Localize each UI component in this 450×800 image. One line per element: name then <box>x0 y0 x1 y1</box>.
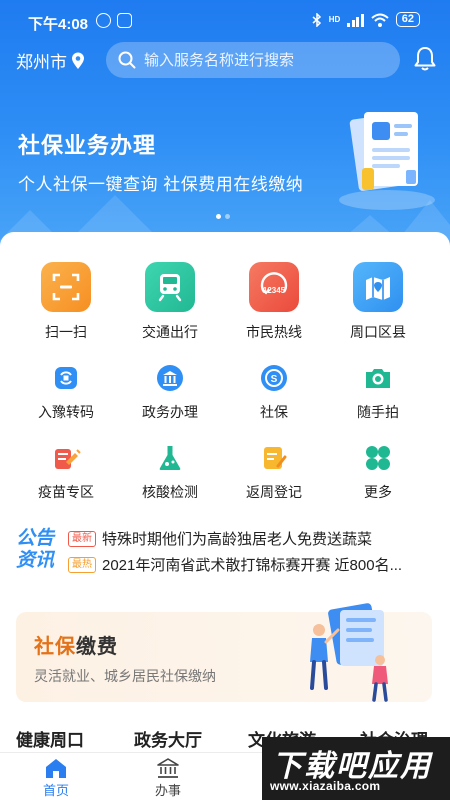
notification-bell-button[interactable] <box>414 46 436 77</box>
notice-text: 2021年河南省武术散打锦标赛开赛 近800名... <box>102 557 403 574</box>
main-services-row: 扫一扫 交通出行 12345 市民热线 周口区县 <box>0 262 450 342</box>
tab-government-hall[interactable]: 政务大厅 <box>134 726 202 751</box>
city-selector[interactable]: 郑州市 <box>16 48 85 73</box>
network-type-label: HD <box>328 15 341 24</box>
service-snapshot[interactable]: 随手拍 <box>326 362 430 422</box>
services-row-2: 入豫转码 政务办理 S 社保 随手拍 <box>0 362 450 422</box>
tab-health[interactable]: 健康周口 <box>16 726 84 751</box>
tab-home[interactable]: 首页 <box>26 757 86 799</box>
service-label: 交通出行 <box>142 324 198 340</box>
scan-icon <box>41 262 91 312</box>
tag-latest: 最新 <box>68 530 96 547</box>
banner-pagination <box>216 214 230 219</box>
svg-text:S: S <box>271 374 278 385</box>
promo-title: 社保缴费 <box>34 630 118 659</box>
wifi-icon <box>371 13 389 27</box>
service-hotline[interactable]: 12345 市民热线 <box>222 262 326 342</box>
tag-hottest: 最热 <box>68 556 96 573</box>
hotline-12345-icon: 12345 <box>249 262 299 312</box>
map-icon <box>353 262 403 312</box>
tab-label: 办事 <box>154 783 181 798</box>
service-label: 返周登记 <box>246 484 302 500</box>
pagination-dot[interactable] <box>216 214 221 219</box>
search-bar[interactable] <box>106 42 400 78</box>
documents-illustration <box>339 112 435 210</box>
train-icon <box>145 262 195 312</box>
svg-text:12345: 12345 <box>263 286 286 295</box>
service-vaccine[interactable]: 疫苗专区 <box>14 442 118 502</box>
watermark-logo: 下载吧应用 www.xiazaiba.com <box>262 737 450 800</box>
search-icon <box>118 51 136 69</box>
notice-section: 公告 资讯 最新 特殊时期他们为高龄独居老人免费送蔬菜 最热 2021年河南省武… <box>14 524 434 580</box>
service-social-security[interactable]: S 社保 <box>222 362 326 422</box>
bank-icon <box>157 758 179 778</box>
service-label: 市民热线 <box>246 324 302 340</box>
promo-title-b: 缴费 <box>76 636 118 658</box>
top-bar: 郑州市 <box>0 40 450 80</box>
vaccine-icon <box>50 442 82 474</box>
notice-logo-line1: 公告 <box>16 528 55 549</box>
service-label: 核酸检测 <box>142 484 198 500</box>
status-bar: 下午4:08 HD 62 <box>0 0 450 40</box>
bell-icon <box>414 47 436 71</box>
banner-title: 社保业务办理 <box>18 133 157 158</box>
bluetooth-icon <box>312 12 321 27</box>
signal-icon <box>347 13 364 27</box>
status-right: HD 62 <box>312 12 420 27</box>
status-notification-icons <box>96 13 132 28</box>
service-label: 入豫转码 <box>38 404 94 420</box>
search-input[interactable] <box>144 51 384 69</box>
register-icon <box>258 442 290 474</box>
social-security-payment-card[interactable]: 社保缴费 灵活就业、城乡居民社保缴纳 <box>16 603 432 702</box>
promo-subtitle: 灵活就业、城乡居民社保缴纳 <box>34 668 216 684</box>
camera-icon <box>362 362 394 394</box>
service-label: 扫一扫 <box>45 324 87 340</box>
service-label: 周口区县 <box>350 324 406 340</box>
services-row-3: 疫苗专区 核酸检测 返周登记 更多 <box>0 442 450 502</box>
pagination-dot[interactable] <box>225 214 230 219</box>
more-icon <box>362 442 394 474</box>
banner-subtitle: 个人社保一键查询 社保费用在线缴纳 <box>18 175 304 194</box>
promo-title-a: 社保 <box>34 636 76 658</box>
service-label: 政务办理 <box>142 404 198 420</box>
service-transport[interactable]: 交通出行 <box>118 262 222 342</box>
service-scan[interactable]: 扫一扫 <box>14 262 118 342</box>
notice-item[interactable]: 最热 2021年河南省武术散打锦标赛开赛 近800名... <box>68 554 434 575</box>
notice-text: 特殊时期他们为高龄独居老人免费送蔬菜 <box>102 531 373 548</box>
service-more[interactable]: 更多 <box>326 442 430 502</box>
services-card: 扫一扫 交通出行 12345 市民热线 周口区县 入豫转码 政务办理 S 社保 … <box>0 232 450 752</box>
service-label: 更多 <box>364 484 392 500</box>
social-security-icon: S <box>258 362 290 394</box>
service-label: 疫苗专区 <box>38 484 94 500</box>
app-notification-icon <box>117 13 132 28</box>
transfer-code-icon <box>50 362 82 394</box>
flask-icon <box>154 442 186 474</box>
service-return-register[interactable]: 返周登记 <box>222 442 326 502</box>
battery-indicator: 62 <box>395 12 420 27</box>
service-label: 随手拍 <box>357 404 399 420</box>
status-time: 下午4:08 <box>28 16 89 33</box>
notice-logo-line2: 资讯 <box>16 550 55 571</box>
service-government[interactable]: 政务办理 <box>118 362 222 422</box>
notice-item[interactable]: 最新 特殊时期他们为高龄独居老人免费送蔬菜 <box>68 528 434 549</box>
city-name: 郑州市 <box>16 53 67 72</box>
notice-logo: 公告 资讯 <box>16 528 62 576</box>
tab-services[interactable]: 办事 <box>138 757 198 799</box>
location-pin-icon <box>72 52 84 69</box>
service-nucleic-test[interactable]: 核酸检测 <box>118 442 222 502</box>
alarm-icon <box>96 13 111 28</box>
payment-illustration <box>310 603 388 702</box>
hero-banner[interactable]: 下午4:08 HD 62 郑州市 社保业务办理 个人社保一键查询 社保费用在线缴… <box>0 0 450 250</box>
service-label: 社保 <box>260 404 288 420</box>
home-icon <box>46 759 66 778</box>
tab-label: 首页 <box>42 783 69 798</box>
watermark-url: www.xiazaiba.com <box>270 779 381 793</box>
service-districts[interactable]: 周口区县 <box>326 262 430 342</box>
service-transfer-code[interactable]: 入豫转码 <box>14 362 118 422</box>
government-icon <box>154 362 186 394</box>
